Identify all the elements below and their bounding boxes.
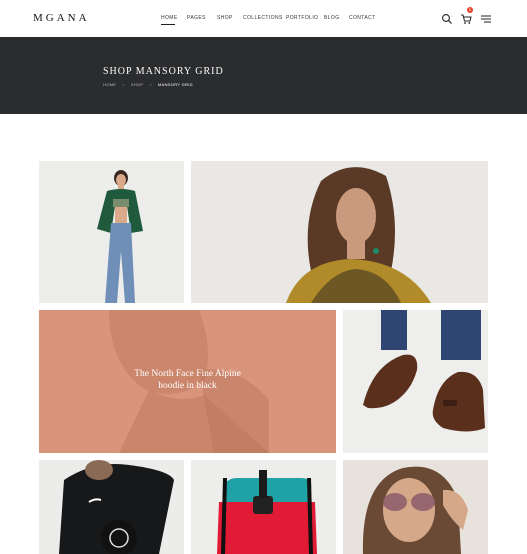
nav-shop[interactable]: SHOP	[217, 15, 233, 21]
page-title: SHOP MANSORY GRID	[103, 66, 224, 77]
cart-count-badge: 0	[467, 7, 473, 13]
breadcrumb: HOME > SHOP > MANSORY GRID	[103, 82, 193, 87]
product-tile-loafers[interactable]	[343, 310, 488, 453]
featured-tile-north-face[interactable]: The North Face Fine Alpine hoodie in bla…	[39, 310, 336, 453]
product-image	[39, 460, 184, 554]
product-tile-backpack[interactable]	[191, 460, 336, 554]
page-title-banner: SHOP MANSORY GRID HOME > SHOP > MANSORY …	[0, 37, 527, 114]
site-header: MGANA HOME PAGES SHOP COLLECTIONS PORTFO…	[0, 0, 527, 37]
breadcrumb-current: MANSORY GRID	[158, 82, 193, 87]
featured-caption-line2: hoodie in black	[158, 381, 217, 391]
nav-pages[interactable]: PAGES	[187, 15, 206, 21]
nav-collections[interactable]: COLLECTIONS	[243, 15, 283, 21]
breadcrumb-home[interactable]: HOME	[103, 82, 116, 87]
nav-home[interactable]: HOME	[161, 15, 178, 21]
breadcrumb-separator-icon: >	[149, 82, 153, 87]
product-tile-sequin-top[interactable]	[191, 161, 488, 303]
product-image	[343, 460, 488, 554]
product-image	[343, 310, 488, 453]
product-image	[191, 161, 488, 303]
breadcrumb-separator-icon: >	[122, 82, 125, 87]
product-tile-sunglasses[interactable]	[343, 460, 488, 554]
nav-blog[interactable]: BLOG	[324, 15, 340, 21]
menu-icon[interactable]	[480, 12, 492, 24]
product-tile-green-jacket[interactable]	[39, 161, 184, 303]
site-logo[interactable]: MGANA	[33, 12, 90, 24]
product-tile-black-crossbody[interactable]	[39, 460, 184, 554]
nav-portfolio[interactable]: PORTFOLIO	[286, 15, 318, 21]
nav-active-underline	[161, 24, 175, 25]
featured-caption[interactable]: The North Face Fine Alpine hoodie in bla…	[39, 368, 336, 392]
product-image	[39, 161, 184, 303]
nav-contact[interactable]: CONTACT	[349, 15, 376, 21]
featured-caption-line1: The North Face Fine Alpine	[134, 369, 241, 379]
product-image	[191, 460, 336, 554]
cart-icon[interactable]	[460, 12, 472, 24]
search-icon[interactable]	[441, 12, 453, 24]
breadcrumb-shop[interactable]: SHOP	[131, 82, 144, 87]
